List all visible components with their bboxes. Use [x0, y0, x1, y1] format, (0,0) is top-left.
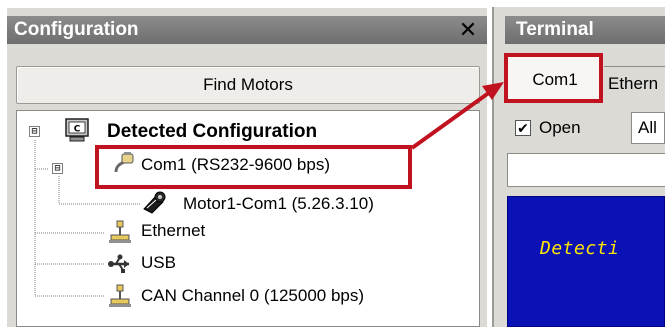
tree-item-can-channel[interactable]: CAN Channel 0 (125000 bps)	[141, 285, 364, 307]
find-motors-label: Find Motors	[203, 75, 293, 94]
highlight-box-com1-tree	[95, 145, 412, 189]
tree-item-motor[interactable]: Motor1-Com1 (5.26.3.10)	[183, 193, 374, 215]
tree-item-ethernet[interactable]: Ethernet	[141, 220, 205, 242]
computer-config-icon: C	[64, 117, 90, 143]
ethernet-icon	[107, 219, 133, 245]
terminal-panel-title: Terminal	[516, 19, 594, 40]
svg-text:C: C	[74, 125, 81, 135]
tree-item-detected-configuration[interactable]: Detected Configuration	[107, 121, 317, 143]
filter-select-value: All	[638, 118, 657, 137]
filter-select[interactable]: All	[631, 112, 665, 144]
open-checkbox[interactable]: ✔	[515, 120, 531, 136]
terminal-output-area	[507, 196, 665, 327]
configuration-panel-title: Configuration	[14, 19, 139, 40]
find-motors-button[interactable]: Find Motors	[16, 66, 480, 104]
tree-item-usb[interactable]: USB	[141, 252, 176, 274]
can-icon	[107, 283, 133, 309]
tree-expander-root[interactable]: ⊟	[29, 126, 40, 137]
tree-expander-com1[interactable]: ⊟	[52, 163, 63, 174]
open-checkbox-label: Open	[539, 118, 581, 137]
tab-ethernet-label: Ethern	[608, 74, 659, 93]
close-icon[interactable]: ✕	[455, 17, 481, 43]
tab-ethernet[interactable]: Ethern	[604, 66, 665, 102]
highlight-box-com1-tab	[504, 53, 603, 103]
terminal-command-input[interactable]	[507, 153, 665, 187]
motor-icon	[141, 189, 167, 215]
usb-icon	[107, 251, 133, 277]
terminal-output-text: Detecti	[540, 238, 620, 259]
